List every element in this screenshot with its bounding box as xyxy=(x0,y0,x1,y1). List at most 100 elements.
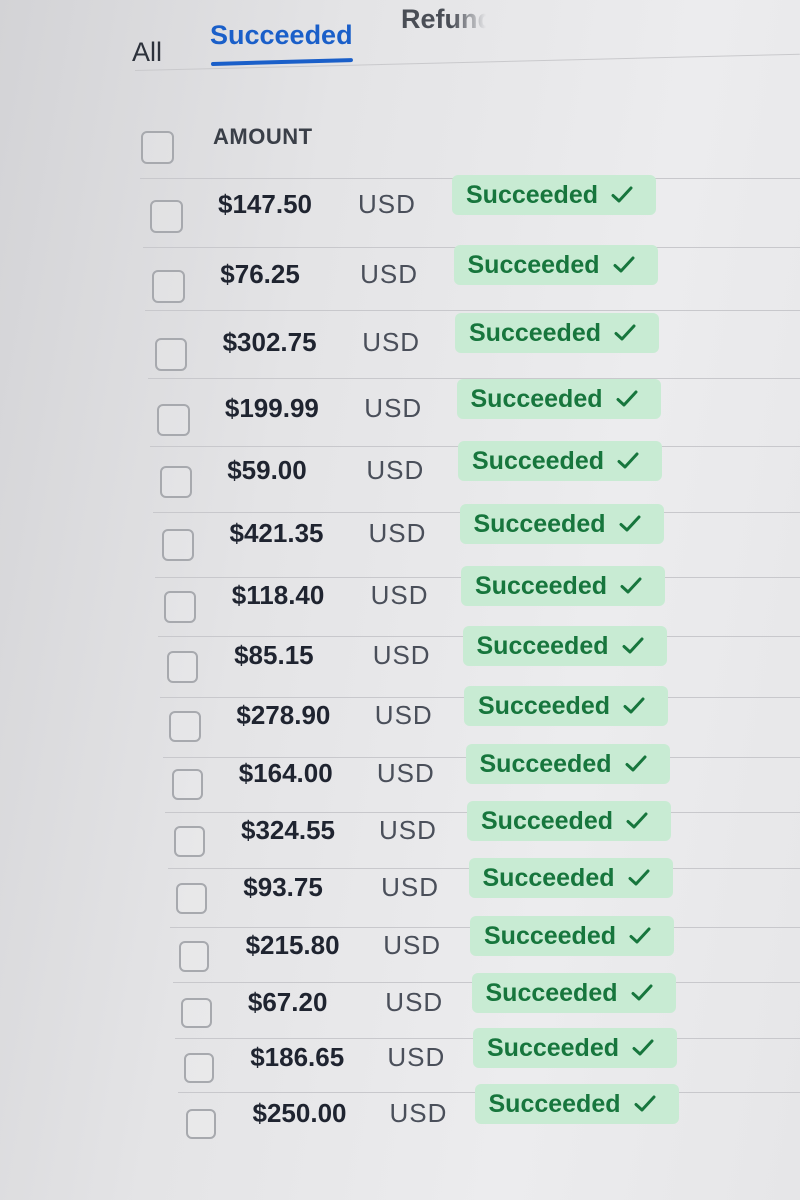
status-badge: Succeeded xyxy=(474,1084,679,1124)
amount-cell: $250.00 xyxy=(252,1098,347,1128)
status-badge-label: Succeeded xyxy=(467,250,600,279)
row-checkbox[interactable] xyxy=(169,711,201,743)
checkmark-icon xyxy=(623,697,645,714)
checkmark-icon xyxy=(619,515,641,532)
status-badge: Succeeded xyxy=(462,626,667,666)
row-divider xyxy=(145,310,800,311)
currency-cell: USD xyxy=(387,1042,446,1072)
amount-cell: $278.90 xyxy=(236,700,331,730)
currency-cell: USD xyxy=(362,327,421,357)
row-checkbox[interactable] xyxy=(152,270,186,303)
tab-succeeded[interactable]: Succeeded xyxy=(210,20,353,51)
status-badge: Succeeded xyxy=(465,744,670,784)
status-badge-label: Succeeded xyxy=(484,921,617,950)
status-badge: Succeeded xyxy=(470,916,674,956)
status-badge: Succeeded xyxy=(464,686,668,726)
checkmark-icon xyxy=(634,1095,656,1112)
status-badge: Succeeded xyxy=(455,313,659,353)
currency-cell: USD xyxy=(360,259,418,289)
status-badge-label: Succeeded xyxy=(475,571,608,600)
currency-cell: USD xyxy=(372,640,431,670)
row-checkbox[interactable] xyxy=(178,941,210,972)
status-badge: Succeeded xyxy=(452,175,656,215)
status-badge-label: Succeeded xyxy=(479,749,612,778)
select-all-checkbox[interactable] xyxy=(141,131,174,164)
amount-cell: $186.65 xyxy=(250,1042,345,1072)
row-checkbox[interactable] xyxy=(183,1053,214,1084)
status-badge-label: Succeeded xyxy=(481,806,614,835)
row-checkbox[interactable] xyxy=(166,651,199,683)
amount-cell: $59.00 xyxy=(227,455,307,485)
checkmark-icon xyxy=(622,637,644,654)
currency-cell: USD xyxy=(379,815,437,845)
checkmark-icon xyxy=(628,869,650,886)
checkmark-icon xyxy=(632,1039,654,1056)
tab-refunded[interactable]: Refunded xyxy=(401,4,486,35)
checkmark-icon xyxy=(616,390,638,407)
currency-cell: USD xyxy=(376,758,435,788)
status-badge: Succeeded xyxy=(453,245,658,285)
checkmark-icon xyxy=(617,452,639,469)
currency-cell: USD xyxy=(368,518,427,548)
amount-cell: $147.50 xyxy=(218,189,312,219)
currency-cell: USD xyxy=(358,189,416,219)
row-checkbox[interactable] xyxy=(174,826,205,857)
amount-cell: $85.15 xyxy=(234,640,314,670)
currency-cell: USD xyxy=(389,1098,448,1128)
amount-cell: $93.75 xyxy=(243,872,323,902)
status-badge-label: Succeeded xyxy=(476,631,609,660)
currency-cell: USD xyxy=(364,393,423,423)
checkmark-icon xyxy=(625,755,647,772)
status-badge: Succeeded xyxy=(468,858,673,898)
payments-screen: All Succeeded Refunded AMOUNT $147.50 USD… xyxy=(0,0,800,1200)
row-checkbox[interactable] xyxy=(171,769,203,801)
row-checkbox[interactable] xyxy=(162,529,194,561)
currency-cell: USD xyxy=(374,700,433,730)
currency-cell: USD xyxy=(370,580,429,610)
checkmark-icon xyxy=(611,186,633,203)
amount-cell: $76.25 xyxy=(220,259,300,289)
amount-cell: $215.80 xyxy=(245,930,340,960)
status-badge: Succeeded xyxy=(473,1028,677,1068)
status-badge-label: Succeeded xyxy=(485,978,618,1007)
status-badge: Succeeded xyxy=(461,566,665,606)
row-checkbox[interactable] xyxy=(157,404,190,437)
checkmark-icon xyxy=(614,324,636,341)
status-badge-label: Succeeded xyxy=(487,1033,620,1062)
row-checkbox[interactable] xyxy=(181,998,212,1029)
status-badge-label: Succeeded xyxy=(478,691,611,720)
row-checkbox[interactable] xyxy=(186,1109,216,1139)
status-badge-label: Succeeded xyxy=(488,1089,621,1118)
status-badge: Succeeded xyxy=(471,973,676,1013)
status-badge-label: Succeeded xyxy=(472,446,605,475)
row-checkbox[interactable] xyxy=(154,338,188,371)
status-badge-label: Succeeded xyxy=(473,509,606,538)
amount-cell: $199.99 xyxy=(224,393,319,423)
checkmark-icon xyxy=(620,577,642,594)
amount-cell: $324.55 xyxy=(241,815,335,845)
status-badge-label: Succeeded xyxy=(470,384,603,413)
row-checkbox[interactable] xyxy=(164,591,197,623)
tab-all[interactable]: All xyxy=(132,37,162,68)
status-badge-label: Succeeded xyxy=(466,180,599,209)
row-checkbox[interactable] xyxy=(176,883,208,914)
amount-cell: $118.40 xyxy=(231,580,325,610)
status-tabs: All Succeeded Refunded xyxy=(0,0,800,90)
checkmark-icon xyxy=(629,927,651,944)
amount-cell: $67.20 xyxy=(247,987,328,1017)
amount-cell: $302.75 xyxy=(222,327,317,357)
checkmark-icon xyxy=(613,256,635,273)
currency-cell: USD xyxy=(383,930,442,960)
row-checkbox[interactable] xyxy=(150,200,183,233)
status-badge: Succeeded xyxy=(467,801,671,841)
checkmark-icon xyxy=(631,984,653,1001)
status-badge: Succeeded xyxy=(459,504,664,544)
status-badge: Succeeded xyxy=(456,379,661,419)
amount-column-header[interactable]: AMOUNT xyxy=(213,124,313,150)
amount-cell: $421.35 xyxy=(229,518,324,548)
status-badge-label: Succeeded xyxy=(469,318,602,347)
currency-cell: USD xyxy=(385,987,444,1017)
status-badge-label: Succeeded xyxy=(482,863,615,892)
row-checkbox[interactable] xyxy=(159,466,192,499)
amount-cell: $164.00 xyxy=(238,758,333,788)
